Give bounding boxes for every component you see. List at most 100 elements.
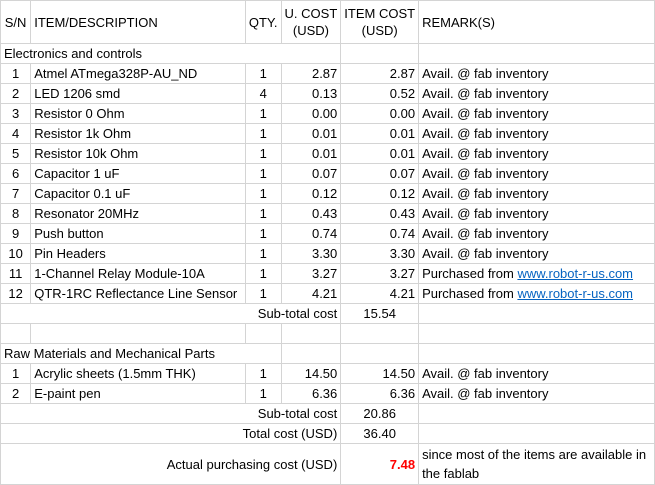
- row-item[interactable]: Acrylic sheets (1.5mm THK): [30, 363, 246, 384]
- row-item-cost[interactable]: 4.21: [340, 283, 420, 304]
- row-sn[interactable]: 5: [0, 143, 32, 164]
- empty-cell[interactable]: [418, 343, 655, 364]
- row-sn[interactable]: 7: [0, 183, 32, 204]
- row-unit-cost[interactable]: 0.74: [280, 223, 342, 244]
- row-remark[interactable]: Purchased from www.robot-r-us.com: [418, 263, 655, 284]
- row-remark[interactable]: Avail. @ fab inventory: [418, 123, 655, 144]
- section-electronics-title[interactable]: Electronics and controls: [0, 43, 282, 64]
- header-item-cost[interactable]: ITEM COST (USD): [340, 0, 420, 44]
- header-unit-cost[interactable]: U. COST (USD): [280, 0, 342, 44]
- row-sn[interactable]: 4: [0, 123, 32, 144]
- header-qty[interactable]: QTY.: [244, 0, 282, 44]
- row-unit-cost[interactable]: 3.27: [280, 263, 342, 284]
- row-remark[interactable]: Avail. @ fab inventory: [418, 183, 655, 204]
- row-unit-cost[interactable]: 0.13: [280, 83, 342, 104]
- section-raw-materials-title[interactable]: Raw Materials and Mechanical Parts: [0, 343, 282, 364]
- row-item-cost[interactable]: 0.07: [340, 163, 420, 184]
- row-sn[interactable]: 1: [0, 63, 32, 84]
- empty-cell[interactable]: [340, 343, 420, 364]
- row-item[interactable]: Resistor 10k Ohm: [30, 143, 246, 164]
- row-item-cost[interactable]: 0.52: [340, 83, 420, 104]
- row-qty[interactable]: 1: [244, 243, 282, 264]
- row-item[interactable]: Resistor 0 Ohm: [30, 103, 246, 124]
- row-unit-cost[interactable]: 0.01: [280, 143, 342, 164]
- row-qty[interactable]: 4: [244, 83, 282, 104]
- empty-cell[interactable]: [340, 43, 420, 64]
- row-item[interactable]: LED 1206 smd: [30, 83, 246, 104]
- row-item-cost[interactable]: 2.87: [340, 63, 420, 84]
- row-qty[interactable]: 1: [244, 203, 282, 224]
- row-item-cost[interactable]: 14.50: [340, 363, 420, 384]
- row-remark[interactable]: Avail. @ fab inventory: [418, 143, 655, 164]
- row-sn[interactable]: 9: [0, 223, 32, 244]
- header-item[interactable]: ITEM/DESCRIPTION: [30, 0, 246, 44]
- row-qty[interactable]: 1: [244, 383, 282, 404]
- row-item-cost[interactable]: 0.43: [340, 203, 420, 224]
- empty-cell[interactable]: [418, 423, 655, 444]
- row-qty[interactable]: 1: [244, 123, 282, 144]
- row-remark[interactable]: Avail. @ fab inventory: [418, 63, 655, 84]
- row-qty[interactable]: 1: [244, 223, 282, 244]
- row-sn[interactable]: 10: [0, 243, 32, 264]
- row-item[interactable]: 1-Channel Relay Module-10A: [30, 263, 246, 284]
- subtotal-raw-materials-value[interactable]: 20.86: [340, 403, 420, 424]
- row-item-cost[interactable]: 6.36: [340, 383, 420, 404]
- header-remarks[interactable]: REMARK(S): [418, 0, 655, 44]
- row-item[interactable]: Capacitor 0.1 uF: [30, 183, 246, 204]
- row-qty[interactable]: 1: [244, 183, 282, 204]
- row-item[interactable]: E-paint pen: [30, 383, 246, 404]
- row-item-cost[interactable]: 0.01: [340, 123, 420, 144]
- row-unit-cost[interactable]: 0.01: [280, 123, 342, 144]
- row-remark[interactable]: Avail. @ fab inventory: [418, 383, 655, 404]
- row-remark[interactable]: Avail. @ fab inventory: [418, 223, 655, 244]
- empty-cell[interactable]: [418, 403, 655, 424]
- row-unit-cost[interactable]: 2.87: [280, 63, 342, 84]
- row-remark-link[interactable]: www.robot-r-us.com: [517, 286, 633, 301]
- row-item[interactable]: Pin Headers: [30, 243, 246, 264]
- row-qty[interactable]: 1: [244, 263, 282, 284]
- row-remark[interactable]: Purchased from www.robot-r-us.com: [418, 283, 655, 304]
- row-item-cost[interactable]: 3.30: [340, 243, 420, 264]
- row-sn[interactable]: 3: [0, 103, 32, 124]
- subtotal-electronics-label[interactable]: Sub-total cost: [0, 303, 342, 324]
- row-item[interactable]: Resistor 1k Ohm: [30, 123, 246, 144]
- row-sn[interactable]: 2: [0, 83, 32, 104]
- row-item-cost[interactable]: 0.00: [340, 103, 420, 124]
- empty-cell[interactable]: [340, 323, 420, 344]
- actual-cost-value[interactable]: 7.48: [340, 443, 420, 485]
- row-item-cost[interactable]: 0.01: [340, 143, 420, 164]
- actual-cost-label[interactable]: Actual purchasing cost (USD): [0, 443, 342, 485]
- empty-cell[interactable]: [418, 43, 655, 64]
- row-qty[interactable]: 1: [244, 63, 282, 84]
- row-sn[interactable]: 1: [0, 363, 32, 384]
- actual-cost-remark[interactable]: since most of the items are available in…: [418, 443, 655, 485]
- total-cost-label[interactable]: Total cost (USD): [0, 423, 342, 444]
- row-sn[interactable]: 6: [0, 163, 32, 184]
- empty-cell[interactable]: [280, 323, 342, 344]
- empty-cell[interactable]: [418, 303, 655, 324]
- row-unit-cost[interactable]: 4.21: [280, 283, 342, 304]
- empty-cell[interactable]: [280, 43, 342, 64]
- header-sn[interactable]: S/N: [0, 0, 32, 44]
- empty-cell[interactable]: [244, 323, 282, 344]
- subtotal-electronics-value[interactable]: 15.54: [340, 303, 420, 324]
- total-cost-value[interactable]: 36.40: [340, 423, 420, 444]
- row-unit-cost[interactable]: 0.00: [280, 103, 342, 124]
- empty-cell[interactable]: [0, 323, 32, 344]
- row-qty[interactable]: 1: [244, 103, 282, 124]
- row-qty[interactable]: 1: [244, 283, 282, 304]
- row-unit-cost[interactable]: 0.12: [280, 183, 342, 204]
- row-item-cost[interactable]: 0.74: [340, 223, 420, 244]
- row-sn[interactable]: 2: [0, 383, 32, 404]
- row-unit-cost[interactable]: 0.07: [280, 163, 342, 184]
- row-item-cost[interactable]: 3.27: [340, 263, 420, 284]
- row-item[interactable]: Resonator 20MHz: [30, 203, 246, 224]
- row-unit-cost[interactable]: 3.30: [280, 243, 342, 264]
- subtotal-raw-materials-label[interactable]: Sub-total cost: [0, 403, 342, 424]
- row-remark[interactable]: Avail. @ fab inventory: [418, 203, 655, 224]
- row-qty[interactable]: 1: [244, 163, 282, 184]
- row-remark[interactable]: Avail. @ fab inventory: [418, 243, 655, 264]
- row-remark[interactable]: Avail. @ fab inventory: [418, 163, 655, 184]
- row-item-cost[interactable]: 0.12: [340, 183, 420, 204]
- row-remark[interactable]: Avail. @ fab inventory: [418, 363, 655, 384]
